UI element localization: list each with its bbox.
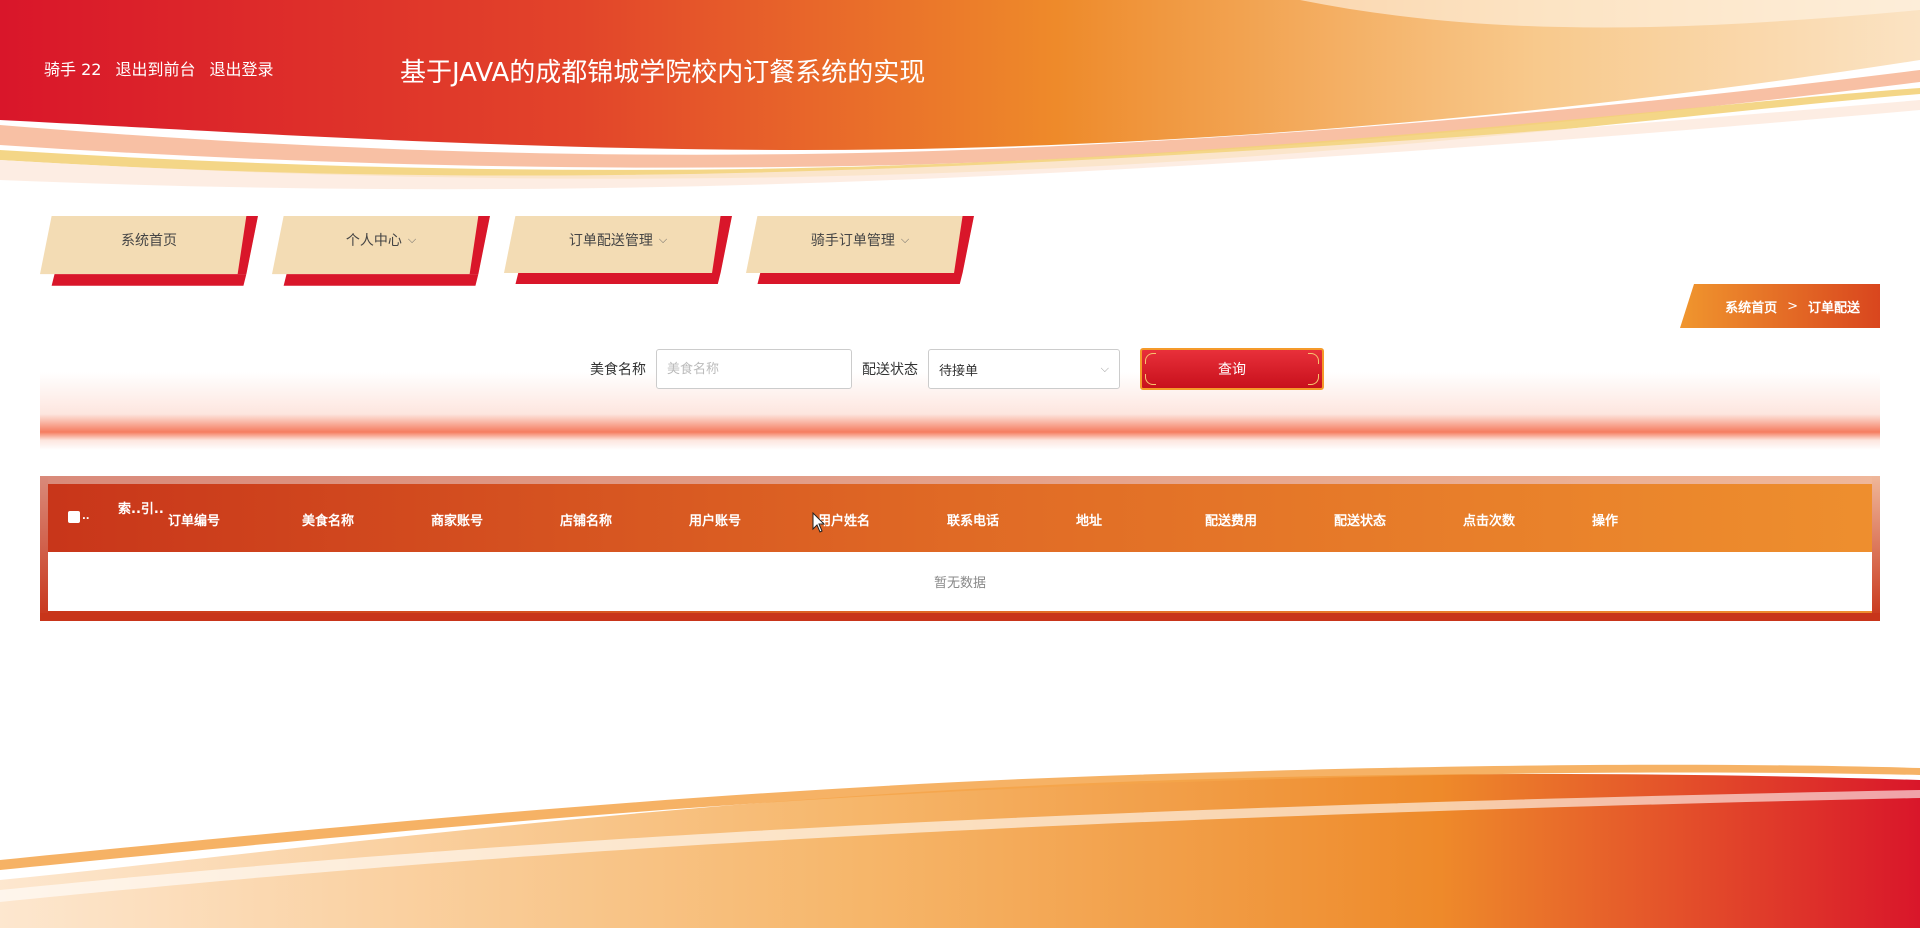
nav-item-delivery-management[interactable]: 订单配送管理 ⌵ [504, 216, 732, 285]
button-corner-decoration [1145, 353, 1156, 364]
table-frame [40, 476, 48, 621]
column-header-index: 索..引.. [118, 502, 164, 517]
search-form: 美食名称 配送状态 待接单 ⌵ 查询 [590, 348, 1324, 390]
column-header-user-account: 用户账号 [689, 514, 742, 529]
table-frame [40, 476, 1880, 484]
page: 骑手 22 退出到前台 退出登录 基于JAVA的成都锦城学院校内订餐系统的实现 … [0, 0, 1920, 928]
mouse-cursor-icon [812, 512, 826, 533]
column-header-food-name: 美食名称 [302, 514, 355, 529]
status-label: 配送状态 [862, 362, 918, 378]
column-header-phone: 联系电话 [947, 514, 1000, 529]
header-links: 骑手 22 退出到前台 退出登录 [44, 56, 273, 80]
order-table: .. 索..引.. 订单编号 美食名称 商家账号 店铺名称 用户账号 用户姓名 … [40, 476, 1880, 621]
status-select[interactable]: 待接单 ⌵ [928, 349, 1120, 389]
breadcrumb-current: 订单配送 [1807, 300, 1860, 316]
nav-tab-shape [272, 216, 490, 286]
user-label: 骑手 22 [44, 60, 102, 79]
breadcrumb-separator: > [1787, 298, 1798, 314]
site-title: 基于JAVA的成都锦城学院校内订餐系统的实现 [400, 58, 926, 88]
breadcrumb: 系统首页 > 订单配送 [1680, 284, 1880, 328]
column-header-address: 地址 [1076, 514, 1103, 529]
nav-label: 骑手订单管理 [810, 233, 895, 249]
nav-tab-shape [746, 216, 974, 285]
button-corner-decoration [1308, 353, 1319, 364]
nav-item-personal-center[interactable]: 个人中心 ⌵ [272, 216, 490, 286]
query-button-label: 查询 [1218, 362, 1246, 378]
chevron-down-icon: ⌵ [658, 233, 668, 246]
checkbox-header-ellipsis: .. [82, 511, 90, 522]
column-header-actions: 操作 [1592, 514, 1619, 529]
column-header-order-no: 订单编号 [168, 514, 221, 529]
chevron-down-icon: ⌵ [1100, 362, 1109, 375]
table-body: 暂无数据 [48, 552, 1872, 611]
back-to-front-link[interactable]: 退出到前台 [115, 56, 195, 80]
column-header-shop-name: 店铺名称 [560, 514, 613, 529]
nav-tab-shape [40, 216, 258, 286]
background-waves [0, 0, 1920, 928]
table-frame [40, 613, 1880, 621]
breadcrumb-home[interactable]: 系统首页 [1725, 297, 1777, 316]
column-header-merchant-account: 商家账号 [431, 514, 484, 529]
status-select-value: 待接单 [939, 363, 979, 379]
table-frame [1872, 476, 1880, 621]
nav-label: 订单配送管理 [568, 233, 653, 249]
nav-label: 个人中心 [345, 233, 402, 249]
food-name-input[interactable] [656, 349, 852, 389]
logout-link[interactable]: 退出登录 [209, 56, 273, 80]
select-all-checkbox[interactable] [68, 511, 80, 523]
nav-tab-shape [504, 216, 732, 285]
nav-label: 系统首页 [121, 233, 177, 249]
column-header-click-count: 点击次数 [1463, 514, 1516, 529]
main-nav: 系统首页 个人中心 ⌵ 订单配送管理 ⌵ 骑手订单管理 ⌵ [40, 216, 974, 286]
nav-item-home[interactable]: 系统首页 [40, 216, 258, 286]
empty-text: 暂无数据 [933, 576, 986, 591]
column-header-delivery-fee: 配送费用 [1205, 514, 1258, 529]
button-corner-decoration [1145, 374, 1156, 385]
button-corner-decoration [1308, 374, 1319, 385]
column-header-delivery-status: 配送状态 [1334, 514, 1387, 529]
query-button[interactable]: 查询 [1140, 348, 1324, 390]
chevron-down-icon: ⌵ [407, 233, 417, 246]
food-name-label: 美食名称 [590, 362, 646, 378]
table-header: .. 索..引.. 订单编号 美食名称 商家账号 店铺名称 用户账号 用户姓名 … [48, 484, 1872, 552]
nav-item-rider-order-management[interactable]: 骑手订单管理 ⌵ [746, 216, 974, 285]
chevron-down-icon: ⌵ [900, 233, 910, 246]
